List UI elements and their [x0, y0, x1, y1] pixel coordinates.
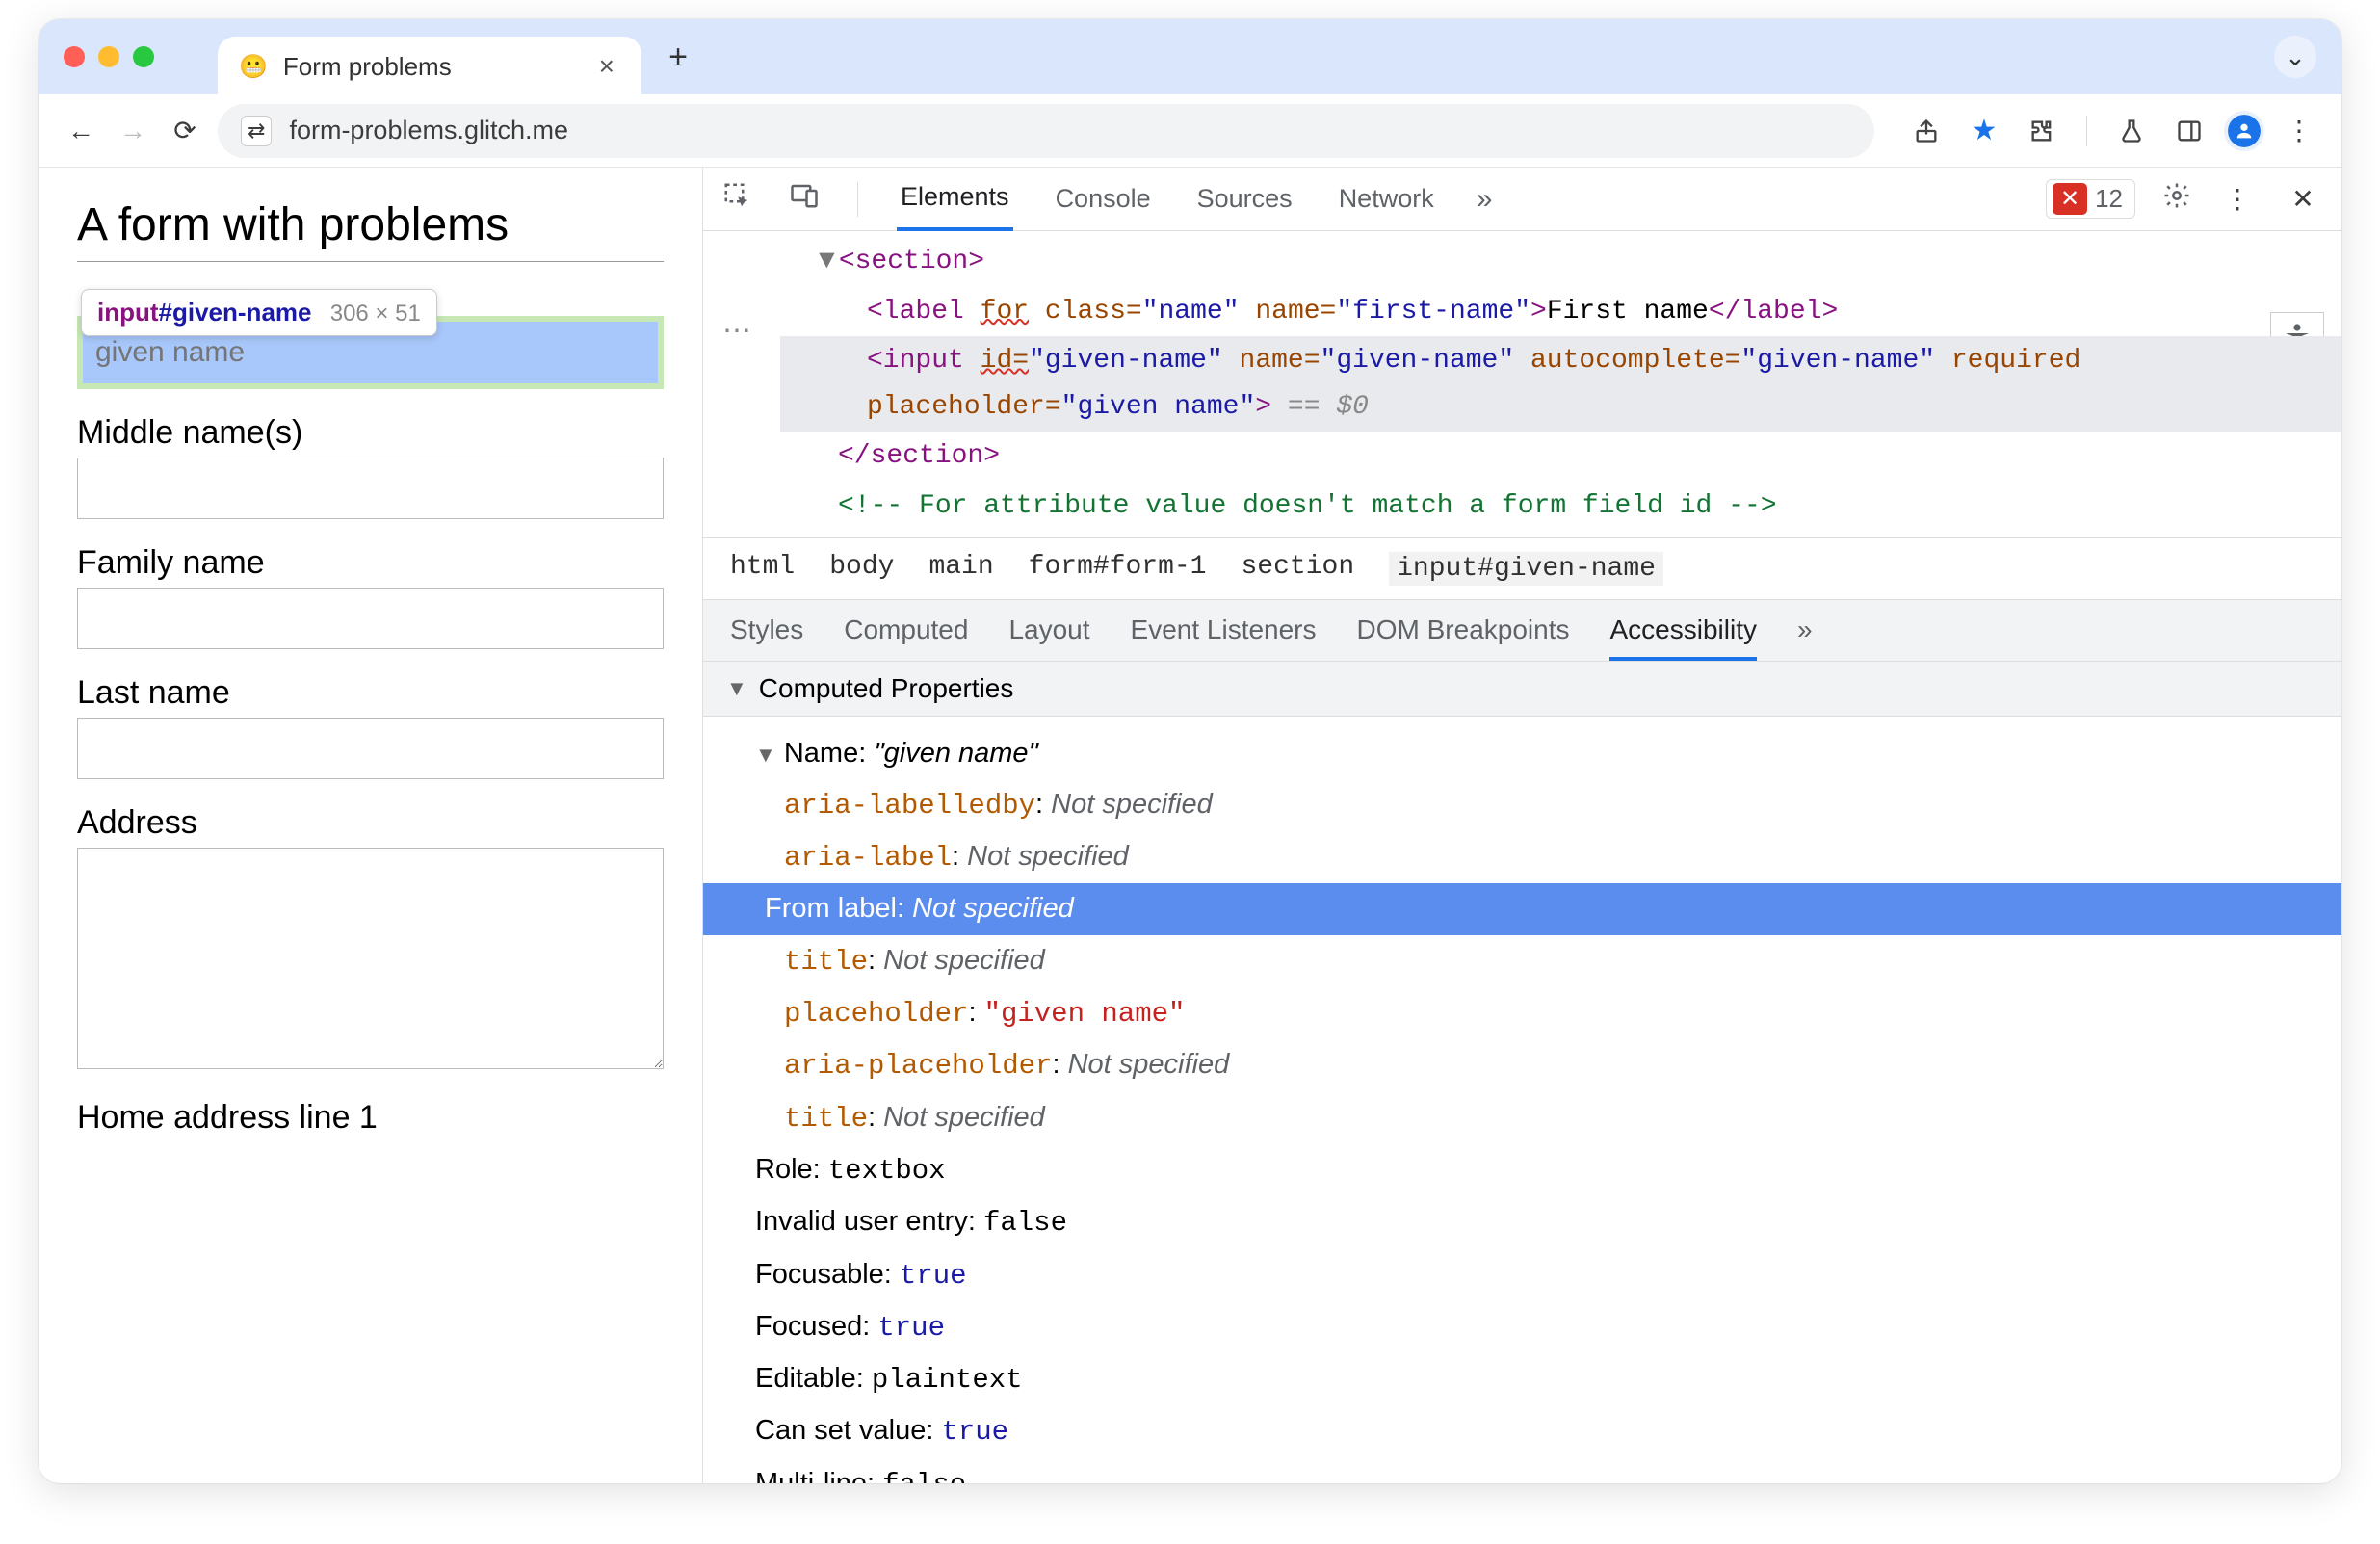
devtools-subtabs: Styles Computed Layout Event Listeners D…	[703, 600, 2341, 662]
tab-console[interactable]: Console	[1052, 169, 1155, 229]
crumb-body[interactable]: body	[829, 552, 894, 586]
side-panel-button[interactable]	[2170, 112, 2209, 150]
page-content: A form with problems input#given-name 30…	[39, 168, 703, 1483]
devtools-panel: Elements Console Sources Network » ✕ 12 …	[703, 168, 2341, 1483]
reload-button[interactable]: ⟳	[166, 112, 204, 150]
error-count-text: 12	[2095, 184, 2123, 214]
minimize-window-icon[interactable]	[98, 46, 119, 67]
selected-dom-node[interactable]: <input id="given-name" name="given-name"…	[780, 336, 2341, 432]
browser-toolbar: ← → ⟳ ⇄ form-problems.glitch.me ★	[39, 94, 2341, 168]
family-name-input[interactable]	[77, 588, 664, 649]
share-button[interactable]	[1907, 112, 1946, 150]
last-name-label: Last name	[77, 674, 664, 712]
crumb-html[interactable]: html	[730, 552, 795, 586]
tab-title: Form problems	[283, 52, 584, 82]
subtab-dom-breakpoints[interactable]: DOM Breakpoints	[1357, 615, 1570, 645]
computed-properties-header[interactable]: ▼ Computed Properties	[703, 662, 2341, 717]
tab-elements[interactable]: Elements	[897, 168, 1013, 231]
accessibility-properties: ▼ Name: "given name" aria-labelledby: No…	[703, 717, 2341, 1483]
dom-breadcrumb[interactable]: html body main form#form-1 section input…	[703, 537, 2341, 600]
devtools-menu-icon[interactable]: ⋮	[2218, 180, 2257, 219]
kebab-menu-button[interactable]: ⋮	[2280, 112, 2318, 150]
error-icon: ✕	[2053, 183, 2087, 215]
new-tab-button[interactable]: +	[657, 36, 699, 78]
bookmark-star-icon[interactable]: ★	[1965, 112, 2003, 150]
site-settings-icon[interactable]: ⇄	[241, 116, 272, 146]
tab-favicon-icon: 😬	[239, 53, 268, 81]
labs-button[interactable]	[2112, 112, 2151, 150]
close-window-icon[interactable]	[64, 46, 85, 67]
tab-network[interactable]: Network	[1335, 169, 1438, 229]
close-tab-icon[interactable]: ×	[599, 51, 615, 82]
subtab-computed[interactable]: Computed	[844, 615, 968, 645]
error-count-badge[interactable]: ✕ 12	[2046, 179, 2135, 219]
middle-name-input[interactable]	[77, 458, 664, 519]
crumb-form[interactable]: form#form-1	[1029, 552, 1207, 586]
browser-tab[interactable]: 😬 Form problems ×	[218, 37, 641, 96]
devtools-close-icon[interactable]: ✕	[2284, 180, 2322, 219]
devtools-top-tabs: Elements Console Sources Network » ✕ 12 …	[703, 168, 2341, 231]
crumb-input[interactable]: input#given-name	[1389, 552, 1663, 586]
subtab-event-listeners[interactable]: Event Listeners	[1131, 615, 1317, 645]
extensions-button[interactable]	[2023, 112, 2061, 150]
address-bar[interactable]: ⇄ form-problems.glitch.me	[218, 104, 1874, 158]
tab-sources[interactable]: Sources	[1193, 169, 1296, 229]
disclosure-triangle-icon[interactable]: ▼	[755, 743, 776, 767]
middle-name-label: Middle name(s)	[77, 414, 664, 452]
maximize-window-icon[interactable]	[133, 46, 154, 67]
home-address1-label: Home address line 1	[77, 1099, 664, 1137]
device-toolbar-icon[interactable]	[790, 181, 819, 217]
subtab-accessibility[interactable]: Accessibility	[1609, 599, 1756, 661]
inspect-element-icon[interactable]	[722, 181, 751, 217]
url-text: form-problems.glitch.me	[289, 116, 568, 145]
family-name-label: Family name	[77, 544, 664, 582]
profile-button[interactable]	[2228, 115, 2261, 147]
subtabs-overflow-icon[interactable]: »	[1797, 615, 1813, 645]
back-button[interactable]: ←	[62, 112, 100, 150]
subtab-styles[interactable]: Styles	[730, 615, 803, 645]
subtab-layout[interactable]: Layout	[1008, 615, 1089, 645]
address-textarea[interactable]	[77, 848, 664, 1069]
window-titlebar: 😬 Form problems × + ⌄	[39, 19, 2341, 94]
address-label: Address	[77, 804, 664, 842]
tabs-overflow-icon[interactable]: »	[1477, 183, 1493, 216]
settings-gear-icon[interactable]	[2162, 181, 2191, 217]
from-label-row[interactable]: From label: Not specified	[703, 883, 2341, 934]
last-name-input[interactable]	[77, 718, 664, 779]
crumb-main[interactable]: main	[928, 552, 993, 586]
disclosure-triangle-icon[interactable]: ▼	[726, 676, 747, 701]
page-title: A form with problems	[77, 198, 664, 262]
crumb-section[interactable]: section	[1242, 552, 1355, 586]
element-inspect-tooltip: input#given-name 306 × 51	[81, 289, 437, 336]
tabs-overflow-button[interactable]: ⌄	[2274, 36, 2316, 78]
dom-tree[interactable]: ▼<section> <label for class="name" name=…	[703, 231, 2341, 537]
window-controls	[64, 46, 154, 67]
forward-button[interactable]: →	[114, 112, 152, 150]
